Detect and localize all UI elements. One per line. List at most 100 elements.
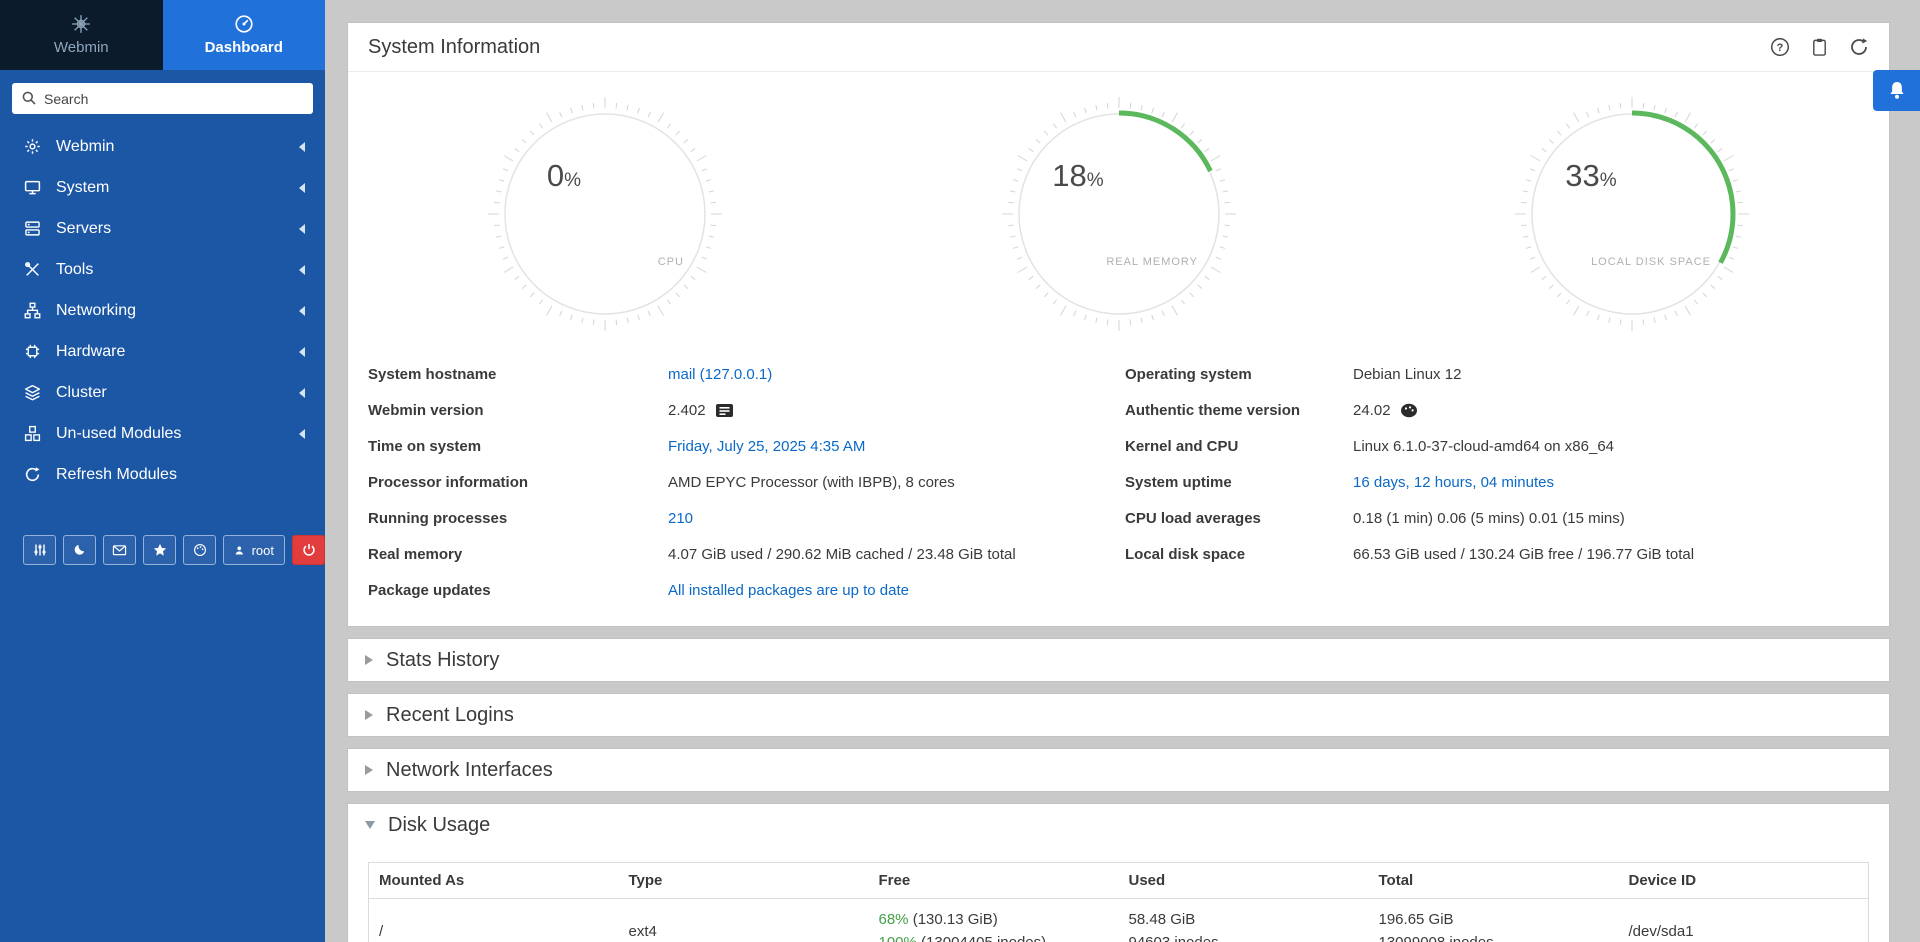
user-icon <box>234 544 245 557</box>
real-memory-value: 4.07 GiB used / 290.62 MiB cached / 23.4… <box>668 546 1016 563</box>
sidebar-item-networking[interactable]: Networking <box>0 290 325 331</box>
info-row-uptime: System uptime 16 days, 12 hours, 04 minu… <box>1125 464 1869 500</box>
notifications-toggle[interactable] <box>1873 70 1920 111</box>
free-cell: 68% (130.13 GiB) 100% (13004405 inodes) <box>869 899 1119 942</box>
sidebar-item-hardware[interactable]: Hardware <box>0 331 325 372</box>
used-size-value: 58.48 GiB <box>1129 911 1196 928</box>
info-row-hostname: System hostname mail (127.0.0.1) <box>368 356 1125 392</box>
used-inodes-value: 94603 inodes <box>1129 934 1219 942</box>
palette-icon <box>193 543 207 557</box>
column-header: Type <box>619 863 869 899</box>
type-cell: ext4 <box>619 899 869 942</box>
refresh-button[interactable] <box>1849 37 1869 57</box>
info-label: Operating system <box>1125 366 1353 383</box>
chevron-left-icon <box>299 265 305 275</box>
sidebar-item-label: Tools <box>56 261 284 279</box>
dashboard-icon <box>234 14 254 34</box>
sidebar-item-label: Hardware <box>56 343 284 361</box>
search-input[interactable] <box>12 83 313 114</box>
tab-webmin[interactable]: Webmin <box>0 0 163 70</box>
real-memory-gauge: 18% REAL MEMORY <box>999 94 1239 334</box>
sidebar-item-tools[interactable]: Tools <box>0 249 325 290</box>
info-row-real-memory: Real memory 4.07 GiB used / 290.62 MiB c… <box>368 536 1125 572</box>
sidebar-item-unused-modules[interactable]: Un-used Modules <box>0 413 325 454</box>
info-label: Real memory <box>368 546 668 563</box>
webmin-version-value: 2.402 <box>668 402 706 419</box>
info-row-package-updates: Package updates All installed packages a… <box>368 572 1125 608</box>
favorites-button[interactable] <box>143 535 176 565</box>
help-button[interactable]: ? <box>1770 37 1790 57</box>
free-inodes-value: (13004405 inodes) <box>921 934 1046 942</box>
total-inodes-value: 13099008 inodes <box>1379 934 1494 942</box>
info-row-processor: Processor information AMD EPYC Processor… <box>368 464 1125 500</box>
recent-logins-toggle[interactable]: Recent Logins <box>348 694 1889 736</box>
panel-title: Stats History <box>386 649 499 672</box>
hostname-link[interactable]: mail (127.0.0.1) <box>668 366 772 383</box>
time-on-system-link[interactable]: Friday, July 25, 2025 4:35 AM <box>668 438 865 455</box>
theme-version-value: 24.02 <box>1353 402 1391 419</box>
tab-dashboard-label: Dashboard <box>205 39 283 56</box>
theme-changelog-button[interactable] <box>1400 403 1418 418</box>
svg-text:REAL MEMORY: REAL MEMORY <box>1106 256 1198 268</box>
package-updates-link[interactable]: All installed packages are up to date <box>668 582 909 599</box>
sidebar-tabs: Webmin Dashboard <box>0 0 325 70</box>
chevron-left-icon <box>299 224 305 234</box>
svg-text:33%: 33% <box>1565 158 1616 193</box>
sidebar-search <box>12 83 313 114</box>
copy-button[interactable] <box>1810 37 1829 57</box>
info-column-right: Operating system Debian Linux 12 Authent… <box>1125 356 1869 608</box>
tab-dashboard[interactable]: Dashboard <box>163 0 326 70</box>
expanded-arrow-icon <box>365 821 375 829</box>
cpu-gauge: 0% CPU <box>485 94 725 334</box>
info-column-left: System hostname mail (127.0.0.1) Webmin … <box>368 356 1125 608</box>
sidebar-item-system[interactable]: System <box>0 167 325 208</box>
mail-button[interactable] <box>103 535 136 565</box>
stats-history-toggle[interactable]: Stats History <box>348 639 1889 681</box>
logout-button[interactable] <box>292 535 325 565</box>
night-mode-button[interactable] <box>63 535 96 565</box>
system-information-header: System Information ? <box>348 23 1889 72</box>
system-info-table: System hostname mail (127.0.0.1) Webmin … <box>348 334 1889 626</box>
info-row-time-on-system: Time on system Friday, July 25, 2025 4:3… <box>368 428 1125 464</box>
info-label: Local disk space <box>1125 546 1353 563</box>
uptime-link[interactable]: 16 days, 12 hours, 04 minutes <box>1353 474 1554 491</box>
network-interfaces-toggle[interactable]: Network Interfaces <box>348 749 1889 791</box>
sidebar-item-label: Servers <box>56 220 284 238</box>
total-cell: 196.65 GiB 13099008 inodes <box>1369 899 1619 942</box>
disk-usage-toggle[interactable]: Disk Usage <box>348 804 1889 846</box>
running-processes-link[interactable]: 210 <box>668 510 693 527</box>
user-root-button[interactable]: root <box>223 535 285 565</box>
sidebar-item-servers[interactable]: Servers <box>0 208 325 249</box>
sliders-button[interactable] <box>23 535 56 565</box>
info-row-local-disk-space: Local disk space 66.53 GiB used / 130.24… <box>1125 536 1869 572</box>
sidebar-item-label: Refresh Modules <box>56 466 305 484</box>
chevron-left-icon <box>299 142 305 152</box>
free-percent-link[interactable]: 68% <box>879 911 909 928</box>
local-disk-space-value: 66.53 GiB used / 130.24 GiB free / 196.7… <box>1353 546 1694 563</box>
webmin-changelog-button[interactable] <box>715 403 734 418</box>
theme-palette-button[interactable] <box>183 535 216 565</box>
column-header: Total <box>1369 863 1619 899</box>
operating-system-value: Debian Linux 12 <box>1353 366 1461 383</box>
disk-usage-panel: Disk Usage Mounted As Type Free Used Tot… <box>347 803 1890 942</box>
stats-history-panel: Stats History <box>347 638 1890 682</box>
chevron-left-icon <box>299 306 305 316</box>
user-name-label: root <box>252 543 274 558</box>
info-label: Time on system <box>368 438 668 455</box>
chevron-left-icon <box>299 183 305 193</box>
kernel-cpu-value: Linux 6.1.0-37-cloud-amd64 on x86_64 <box>1353 438 1614 455</box>
column-header: Device ID <box>1619 863 1869 899</box>
sidebar-item-cluster[interactable]: Cluster <box>0 372 325 413</box>
load-averages-value: 0.18 (1 min) 0.06 (5 mins) 0.01 (15 mins… <box>1353 510 1625 527</box>
refresh-icon <box>24 466 41 483</box>
mail-icon <box>112 543 127 557</box>
free-inodes-percent-link[interactable]: 100% <box>879 934 917 942</box>
sidebar-item-refresh-modules[interactable]: Refresh Modules <box>0 454 325 495</box>
sidebar: Webmin Dashboard <box>0 0 325 942</box>
sidebar-item-webmin[interactable]: Webmin <box>0 126 325 167</box>
sidebar-item-label: System <box>56 179 284 197</box>
info-label: Package updates <box>368 582 668 599</box>
local-disk-space-gauge: 33% LOCAL DISK SPACE <box>1512 94 1752 334</box>
svg-text:?: ? <box>1777 42 1784 54</box>
clipboard-icon <box>1810 37 1829 57</box>
